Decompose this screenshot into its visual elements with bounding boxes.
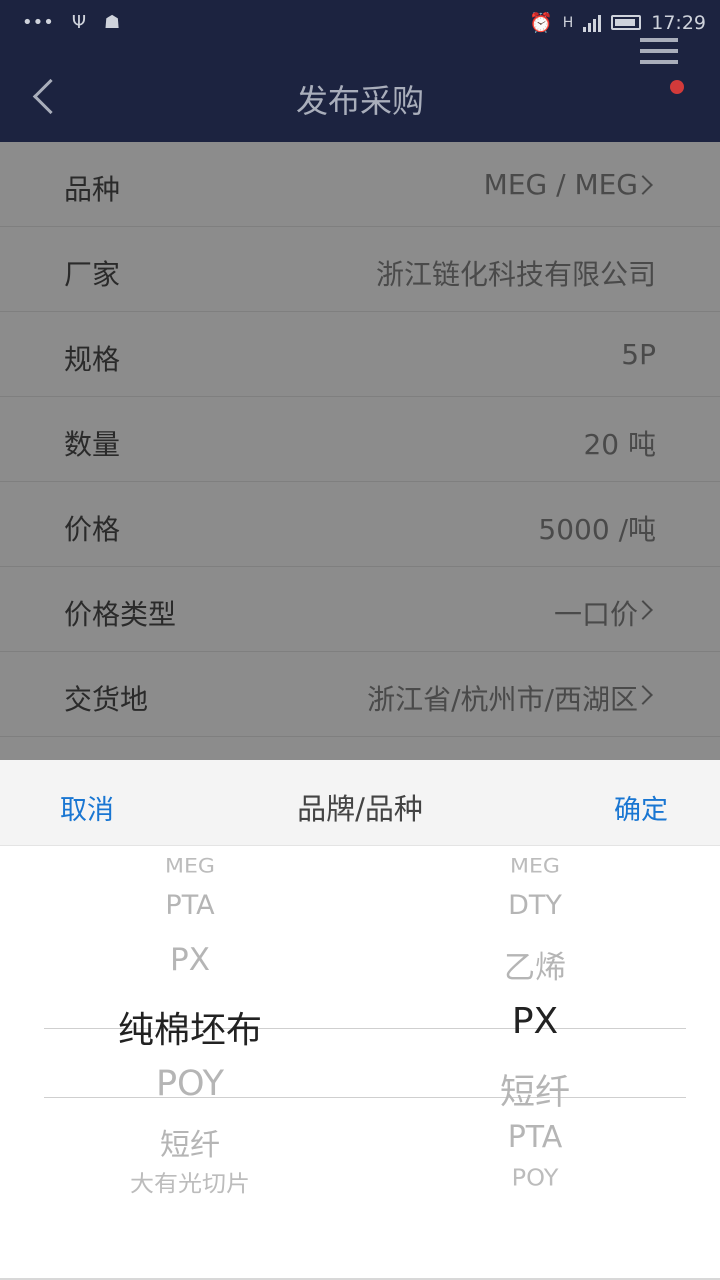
picker-option[interactable]: PX — [10, 942, 370, 978]
picker-option[interactable]: 乙烯 — [355, 942, 715, 987]
row-label: 交货地 — [64, 683, 149, 716]
form-row-variety[interactable]: 品种 MEG / MEG — [0, 142, 720, 227]
network-type-icon: H — [562, 14, 574, 31]
picker-column-brand[interactable]: MEG PTA PX 纯棉坯布 POY 短纤 大有光切片 — [10, 846, 370, 1280]
picker-option[interactable]: 短纤 — [355, 1064, 715, 1115]
picker-option[interactable]: PX — [355, 1001, 715, 1042]
row-label: 厂家 — [64, 258, 121, 291]
signal-icon — [583, 14, 602, 32]
form-row-quantity[interactable]: 数量 20 吨 — [0, 397, 720, 482]
form-row-delivery[interactable]: 交货地 浙江省/杭州市/西湖区 — [0, 652, 720, 737]
page-title: 发布采购 — [295, 82, 424, 120]
picker-header: 取消 品牌/品种 确定 — [0, 760, 720, 846]
picker-option[interactable]: POY — [355, 1165, 715, 1192]
status-time: 17:29 — [651, 11, 706, 34]
picker-option[interactable]: POY — [10, 1064, 370, 1104]
row-label: 价格 — [64, 513, 121, 546]
menu-icon[interactable] — [640, 38, 682, 68]
picker-option[interactable]: PTA — [355, 1120, 715, 1155]
picker-column-variety[interactable]: MEG DTY 乙烯 PX 短纤 PTA POY — [355, 846, 715, 1280]
row-label: 品种 — [64, 173, 121, 206]
purchase-form: 品种 MEG / MEG 厂家 浙江链化科技有限公司 规格 5P 数量 20 吨… — [0, 142, 720, 760]
brand-variety-picker: 取消 品牌/品种 确定 MEG PTA PX 纯棉坯布 POY 短纤 大有光切片 MEG DT… — [0, 760, 720, 1280]
row-value: 5000 /吨 — [538, 513, 656, 546]
picker-option[interactable]: PTA — [10, 890, 370, 921]
picker-option[interactable]: MEG — [355, 855, 715, 878]
status-bar: ••• Ψ ☗ ⏰ H 17:29 — [0, 0, 720, 48]
confirm-button[interactable]: 确定 — [614, 788, 668, 827]
row-label: 数量 — [64, 428, 121, 461]
picker-option[interactable]: 大有光切片 — [10, 1165, 370, 1198]
battery-icon — [611, 15, 642, 30]
row-value: 一口价 — [553, 598, 638, 631]
picker-option[interactable]: 纯棉坯布 — [10, 1001, 370, 1053]
picker-option[interactable]: MEG — [10, 855, 370, 878]
row-value: 20 吨 — [583, 428, 656, 461]
more-dots-icon: ••• — [22, 12, 54, 33]
status-right: ⏰ H 17:29 — [529, 11, 706, 35]
nav-bar: 发布采购 — [0, 48, 720, 142]
form-row-manufacturer[interactable]: 厂家 浙江链化科技有限公司 — [0, 227, 720, 312]
usb-icon: Ψ — [71, 12, 87, 33]
row-label: 价格类型 — [64, 598, 177, 631]
alarm-icon: ⏰ — [529, 12, 553, 34]
notification-badge — [670, 80, 684, 94]
row-value: 浙江省/杭州市/西湖区 — [367, 683, 638, 716]
row-value: MEG / MEG — [483, 168, 638, 201]
form-row-price-type[interactable]: 价格类型 一口价 — [0, 567, 720, 652]
form-row-spec[interactable]: 规格 5P — [0, 312, 720, 397]
status-left: ••• Ψ ☗ — [22, 12, 120, 33]
debug-icon: ☗ — [104, 12, 121, 33]
picker-option[interactable]: DTY — [355, 890, 715, 921]
row-value: 浙江链化科技有限公司 — [375, 258, 656, 291]
picker-option[interactable]: 短纤 — [10, 1120, 370, 1164]
form-row-price[interactable]: 价格 5000 /吨 — [0, 482, 720, 567]
picker-title: 品牌/品种 — [297, 792, 423, 826]
row-value: 5P — [621, 338, 656, 371]
row-label: 规格 — [64, 343, 121, 376]
